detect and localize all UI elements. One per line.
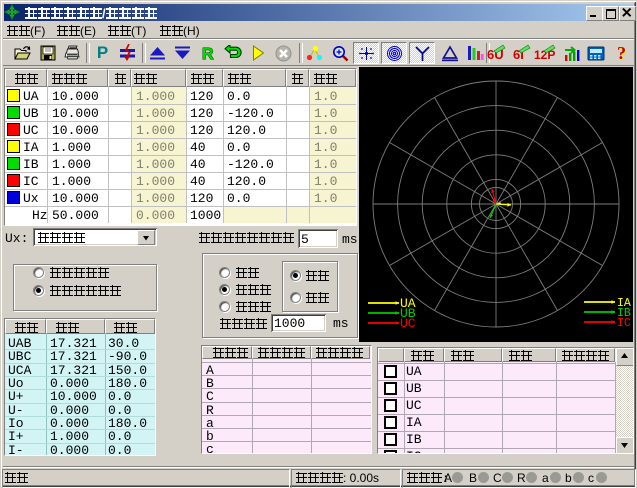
svg-text:R: R [202, 46, 214, 62]
svg-text:UC: UC [400, 316, 416, 331]
svg-text:IC: IC [617, 317, 631, 330]
svg-text:12P: 12P [534, 48, 555, 62]
